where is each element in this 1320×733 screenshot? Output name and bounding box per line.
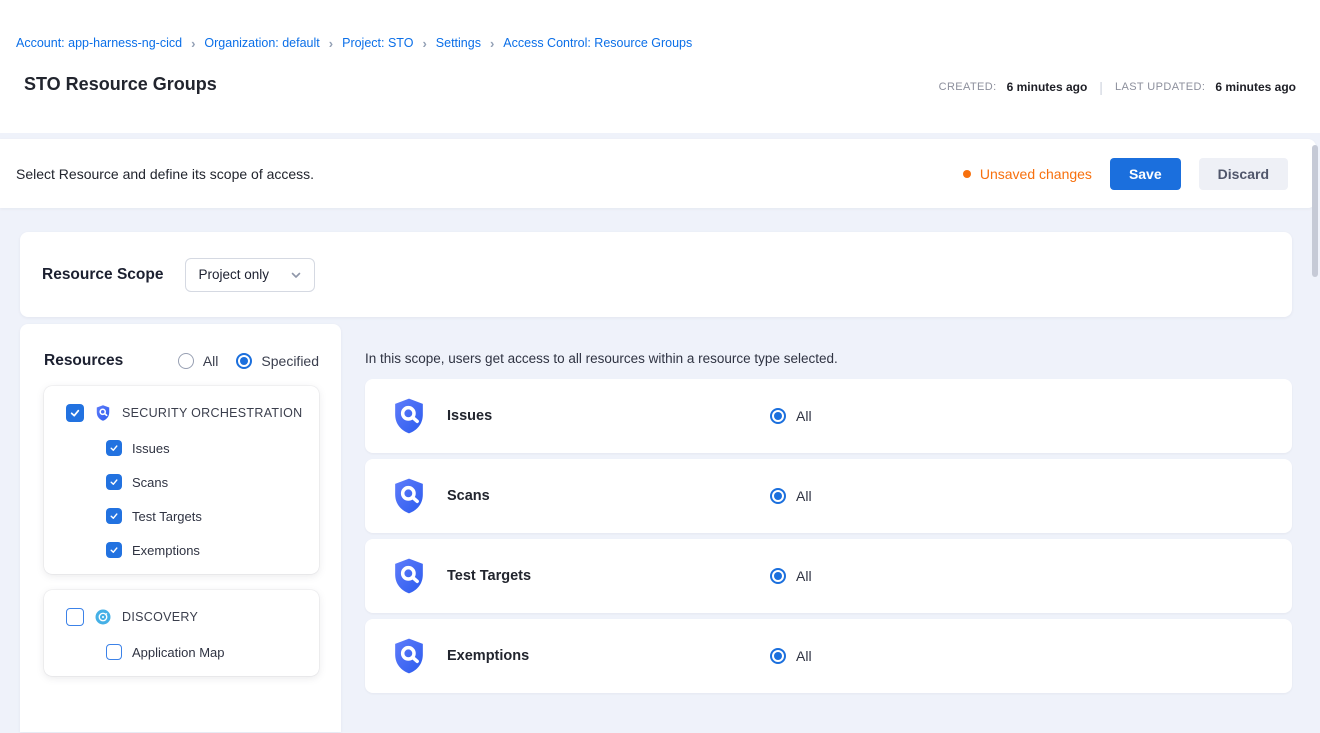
sto-shield-icon <box>94 404 112 422</box>
breadcrumb-link[interactable]: Project: STO <box>342 36 413 50</box>
resource-card-exemptions: Exemptions All <box>365 619 1292 693</box>
resource-card-label: Exemptions <box>447 648 770 664</box>
scope-note: In this scope, users get access to all r… <box>365 351 1292 366</box>
resource-scope-selected-value: Project only <box>198 267 269 282</box>
page-title: STO Resource Groups <box>24 74 217 95</box>
resource-group-row: SECURITY ORCHESTRATION <box>66 404 307 422</box>
resource-cards-container: Issues All Scans All Test Targets <box>365 379 1292 693</box>
save-button[interactable]: Save <box>1110 158 1181 190</box>
resources-header: Resources All Specified <box>44 352 319 370</box>
resource-card-test-targets: Test Targets All <box>365 539 1292 613</box>
checkbox-application-map[interactable] <box>106 644 122 660</box>
resource-card-label: Issues <box>447 408 770 424</box>
resource-group-row: DISCOVERY <box>66 608 307 626</box>
resource-group-card: SECURITY ORCHESTRATION Issues Scans Test… <box>44 386 319 574</box>
breadcrumb-separator-icon: › <box>422 37 426 50</box>
main-area: In this scope, users get access to all r… <box>365 324 1292 699</box>
unsaved-changes-indicator: Unsaved changes <box>963 166 1092 182</box>
toolbar-actions: Unsaved changes Save Discard <box>963 158 1288 190</box>
access-radio-label: All <box>796 568 812 584</box>
vertical-scrollbar-thumb[interactable] <box>1312 145 1318 277</box>
breadcrumb-link[interactable]: Access Control: Resource Groups <box>503 36 692 50</box>
access-radio-label: All <box>796 648 812 664</box>
resource-group-label: DISCOVERY <box>122 610 198 624</box>
radio-label: Specified <box>261 353 319 369</box>
resource-child-row: Test Targets <box>106 508 307 524</box>
access-radio-label: All <box>796 408 812 424</box>
breadcrumb-link[interactable]: Settings <box>436 36 481 50</box>
resources-filter-radio-specified[interactable]: Specified <box>236 353 319 369</box>
resource-card-issues: Issues All <box>365 379 1292 453</box>
resources-title: Resources <box>44 352 123 370</box>
resource-child-row: Application Map <box>106 644 307 660</box>
unsaved-changes-label: Unsaved changes <box>980 166 1092 182</box>
resource-card-scans: Scans All <box>365 459 1292 533</box>
resource-card-label: Test Targets <box>447 568 770 584</box>
breadcrumb-separator-icon: › <box>191 37 195 50</box>
sto-shield-icon <box>389 396 429 436</box>
resource-groups-container: SECURITY ORCHESTRATION Issues Scans Test… <box>44 386 319 676</box>
sto-shield-icon <box>389 556 429 596</box>
breadcrumb-link[interactable]: Organization: default <box>204 36 319 50</box>
content-row: Resources All Specified SECURITY ORCHEST… <box>20 324 1292 732</box>
checkbox-group-security-orchestration[interactable] <box>66 404 84 422</box>
breadcrumb-separator-icon: › <box>329 37 333 50</box>
access-radio-option[interactable]: All <box>770 568 812 584</box>
breadcrumb-separator-icon: › <box>490 37 494 50</box>
resource-card-label: Scans <box>447 488 770 504</box>
resource-child-label: Application Map <box>132 645 225 660</box>
resource-child-row: Exemptions <box>106 542 307 558</box>
meta-divider: | <box>1099 79 1103 95</box>
meta-info: CREATED: 6 minutes ago | LAST UPDATED: 6… <box>939 79 1296 95</box>
title-row: STO Resource Groups CREATED: 6 minutes a… <box>16 74 1296 95</box>
radio-icon[interactable] <box>770 408 786 424</box>
created-value: 6 minutes ago <box>1007 80 1088 94</box>
toolbar-description: Select Resource and define its scope of … <box>16 166 314 182</box>
checkbox-exemptions[interactable] <box>106 542 122 558</box>
unsaved-dot-icon <box>963 170 971 178</box>
radio-icon[interactable] <box>770 648 786 664</box>
access-radio-option[interactable]: All <box>770 648 812 664</box>
last-updated-value: 6 minutes ago <box>1215 80 1296 94</box>
radio-icon[interactable] <box>178 353 194 369</box>
access-radio-option[interactable]: All <box>770 488 812 504</box>
radio-icon[interactable] <box>770 488 786 504</box>
breadcrumb-link[interactable]: Account: app-harness-ng-cicd <box>16 36 182 50</box>
resource-scope-card: Resource Scope Project only <box>20 232 1292 317</box>
checkbox-issues[interactable] <box>106 440 122 456</box>
resource-child-row: Scans <box>106 474 307 490</box>
checkbox-test-targets[interactable] <box>106 508 122 524</box>
page-header: Account: app-harness-ng-cicd › Organizatio… <box>0 0 1320 133</box>
resources-filter-radio-all[interactable]: All <box>178 353 219 369</box>
discard-button[interactable]: Discard <box>1199 158 1288 190</box>
last-updated-label: LAST UPDATED: <box>1115 81 1205 93</box>
resource-child-label: Issues <box>132 441 170 456</box>
resource-scope-label: Resource Scope <box>42 266 163 284</box>
radio-label: All <box>203 353 219 369</box>
access-radio-label: All <box>796 488 812 504</box>
toolbar: Select Resource and define its scope of … <box>0 139 1316 208</box>
radio-icon[interactable] <box>236 353 252 369</box>
breadcrumb: Account: app-harness-ng-cicd › Organizatio… <box>16 36 1296 50</box>
resource-child-label: Scans <box>132 475 168 490</box>
resource-child-label: Test Targets <box>132 509 202 524</box>
access-radio-option[interactable]: All <box>770 408 812 424</box>
chevron-down-icon <box>290 269 302 281</box>
resource-child-label: Exemptions <box>132 543 200 558</box>
discovery-icon <box>94 608 112 626</box>
created-label: CREATED: <box>939 81 997 93</box>
resource-child-row: Issues <box>106 440 307 456</box>
resource-group-label: SECURITY ORCHESTRATION <box>122 406 302 420</box>
checkbox-scans[interactable] <box>106 474 122 490</box>
resources-radio-group: All Specified <box>178 353 319 369</box>
resource-group-card: DISCOVERY Application Map <box>44 590 319 676</box>
radio-icon[interactable] <box>770 568 786 584</box>
sto-shield-icon <box>389 476 429 516</box>
resource-scope-dropdown[interactable]: Project only <box>185 258 315 292</box>
resources-panel: Resources All Specified SECURITY ORCHEST… <box>20 324 341 732</box>
checkbox-group-discovery[interactable] <box>66 608 84 626</box>
sto-shield-icon <box>389 636 429 676</box>
